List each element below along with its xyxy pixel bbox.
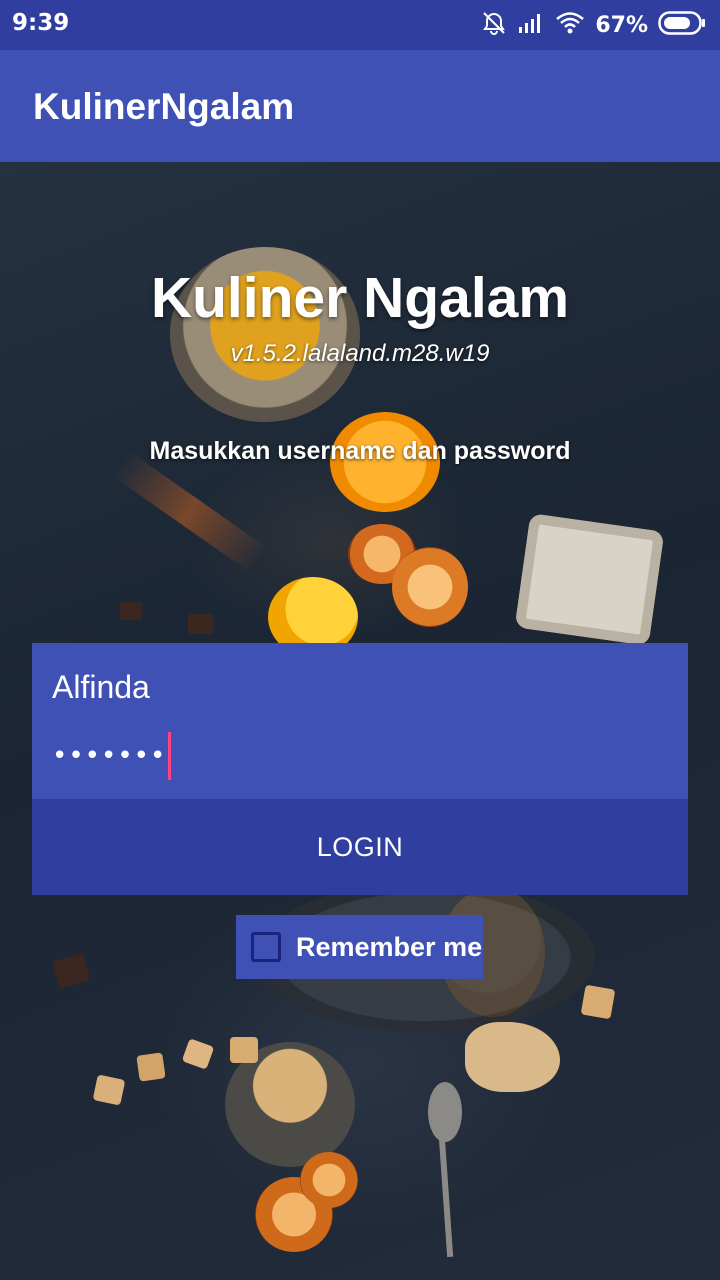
login-title: Kuliner Ngalam — [150, 266, 570, 330]
chocolate-decoration — [51, 953, 91, 989]
app-title: KulinerNgalam — [33, 86, 295, 127]
login-button[interactable]: LOGIN — [32, 799, 688, 895]
sugar-cube-decoration — [136, 1052, 166, 1082]
ginger-decoration — [465, 1022, 560, 1092]
remember-me-row[interactable]: Remember me — [236, 915, 483, 979]
battery-percent: 67% — [595, 12, 648, 38]
sugar-cube-decoration — [230, 1037, 258, 1063]
remember-me-checkbox[interactable] — [251, 932, 281, 962]
signal-icon — [517, 11, 545, 39]
battery-icon — [658, 10, 706, 40]
cloves-dish-decoration — [514, 513, 665, 646]
password-mask: ••••••• — [52, 741, 167, 771]
alarm-off-icon — [481, 10, 507, 40]
orange-slice-decoration — [300, 1152, 358, 1208]
app-bar: KulinerNgalam — [0, 50, 720, 162]
sugar-cube-decoration — [181, 1038, 215, 1070]
chocolate-decoration — [188, 614, 214, 634]
status-icons: 67% — [481, 9, 706, 41]
version-label: v1.5.2.lalaland.m28.w19 — [230, 340, 490, 367]
chocolate-decoration — [120, 602, 142, 620]
login-form: ••••••• — [32, 643, 688, 799]
wifi-icon — [555, 11, 585, 39]
sugar-cube-decoration — [580, 984, 616, 1020]
status-bar: 9:39 67% — [0, 0, 720, 50]
remember-me-label[interactable]: Remember me — [296, 932, 482, 963]
password-field[interactable]: ••••••• — [52, 731, 172, 781]
spoon-decoration — [438, 1136, 454, 1258]
username-field[interactable] — [52, 669, 652, 706]
spice-decoration — [111, 450, 269, 574]
login-instruction: Masukkan username dan password — [149, 437, 571, 465]
status-time: 9:39 — [12, 10, 70, 36]
spoon-decoration — [428, 1082, 462, 1142]
text-cursor — [168, 732, 172, 780]
orange-slice-decoration — [392, 547, 468, 627]
sugar-cube-decoration — [92, 1074, 126, 1106]
